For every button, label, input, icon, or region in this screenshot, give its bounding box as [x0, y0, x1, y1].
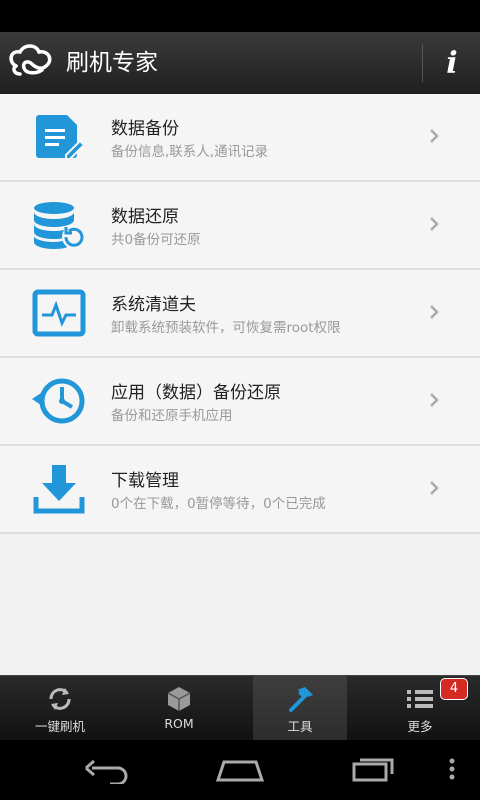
list-icon — [407, 690, 433, 708]
refresh-icon — [49, 688, 71, 710]
tab-tools[interactable]: 工具 — [253, 676, 347, 741]
item-title: 下载管理 — [111, 471, 179, 491]
recent-apps-icon[interactable] — [350, 754, 398, 784]
chevron-right-icon — [430, 129, 439, 143]
clock-backup-icon — [32, 378, 85, 424]
monitor-pulse-icon — [32, 289, 86, 337]
info-icon: i — [446, 45, 458, 81]
list-item-app-backup-restore[interactable]: 应用（数据）备份还原 备份和还原手机应用 — [0, 358, 480, 446]
list-item-system-cleaner[interactable]: 系统清道夫 卸载系统预装软件，可恢复需root权限 — [0, 270, 480, 358]
status-bar — [0, 0, 480, 32]
chevron-right-icon — [430, 217, 439, 231]
notification-badge: 4 — [440, 678, 468, 700]
item-subtitle: 备份信息,联系人,通讯记录 — [111, 144, 269, 160]
download-icon — [33, 465, 85, 514]
chevron-right-icon — [430, 305, 439, 319]
app-bar: 刷机专家 i — [0, 32, 480, 95]
item-subtitle: 卸载系统预装软件，可恢复需root权限 — [111, 320, 341, 336]
tab-one-click-flash[interactable]: 一键刷机 — [13, 676, 107, 741]
item-title: 应用（数据）备份还原 — [111, 383, 281, 403]
app-logo-icon — [9, 44, 52, 76]
item-title: 数据备份 — [111, 119, 179, 139]
list-item-data-restore[interactable]: 数据还原 共0备份可还原 — [0, 182, 480, 270]
app-title: 刷机专家 — [66, 50, 158, 76]
item-title: 系统清道夫 — [111, 295, 196, 315]
info-button[interactable]: i — [424, 32, 480, 94]
document-edit-icon — [36, 115, 86, 160]
tab-label: ROM — [164, 716, 194, 731]
hammer-icon — [289, 687, 313, 712]
tab-rom[interactable]: ROM — [132, 676, 226, 741]
system-nav-bar — [0, 740, 480, 800]
item-subtitle: 备份和还原手机应用 — [111, 408, 233, 424]
item-subtitle: 0个在下载，0暂停等待，0个已完成 — [111, 496, 326, 512]
tab-label: 工具 — [287, 719, 313, 734]
bottom-tab-bar: 一键刷机 ROM 工具 更多 4 — [0, 675, 480, 741]
database-restore-icon — [34, 202, 86, 249]
overflow-menu-icon[interactable] — [444, 754, 460, 784]
back-icon[interactable] — [82, 754, 132, 784]
divider — [422, 44, 423, 82]
tool-list: 数据备份 备份信息,联系人,通讯记录 数据还原 共0备份可还原 系统清道夫 卸载… — [0, 94, 480, 675]
tab-label: 更多 — [407, 719, 433, 734]
tab-label: 一键刷机 — [34, 719, 85, 734]
item-subtitle: 共0备份可还原 — [111, 232, 201, 248]
home-icon[interactable] — [214, 754, 266, 784]
list-item-data-backup[interactable]: 数据备份 备份信息,联系人,通讯记录 — [0, 94, 480, 182]
chevron-right-icon — [430, 393, 439, 407]
list-item-download-manager[interactable]: 下载管理 0个在下载，0暂停等待，0个已完成 — [0, 446, 480, 534]
item-title: 数据还原 — [111, 207, 179, 227]
cube-icon — [167, 687, 191, 711]
chevron-right-icon — [430, 481, 439, 495]
